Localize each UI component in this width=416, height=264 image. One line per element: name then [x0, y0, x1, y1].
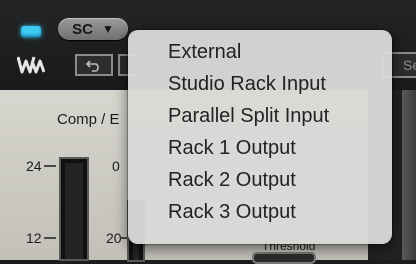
scale-label-bottom: 12 — [26, 230, 42, 246]
menu-item-rack-2-output[interactable]: Rack 2 Output — [128, 164, 392, 196]
level-meter-left — [59, 157, 89, 261]
menu-item-rack-1-output[interactable]: Rack 1 Output — [128, 132, 392, 164]
sidechain-source-button[interactable]: SC ▼ — [58, 18, 128, 40]
toolbar-field-text: Se — [403, 57, 416, 73]
undo-arrow-icon — [85, 60, 99, 72]
window-right-edge — [402, 90, 416, 260]
sidechain-led-indicator[interactable] — [21, 26, 41, 37]
sidechain-source-menu: External Studio Rack Input Parallel Spli… — [128, 30, 392, 244]
undo-button[interactable] — [75, 54, 113, 76]
scale-label-top: 24 — [26, 158, 42, 174]
scale-label-inner-top: 0 — [112, 158, 120, 174]
scale-tick — [44, 237, 56, 239]
menu-item-parallel-split-input[interactable]: Parallel Split Input — [128, 100, 392, 132]
menu-item-rack-3-output[interactable]: Rack 3 Output — [128, 196, 392, 228]
scale-tick — [44, 165, 56, 167]
menu-item-external[interactable]: External — [128, 36, 392, 68]
scale-label-inner-bottom: 20 — [106, 230, 122, 246]
comp-section-label: Comp / E — [57, 111, 120, 128]
waves-logo-icon — [17, 56, 45, 74]
dropdown-arrow-icon: ▼ — [101, 22, 114, 36]
sidechain-label: SC — [72, 20, 93, 38]
plugin-window: SC ▼ Se Comp / E 24 12 0 20 0 — [0, 0, 416, 264]
menu-item-studio-rack-input[interactable]: Studio Rack Input — [128, 68, 392, 100]
threshold-control[interactable] — [252, 252, 316, 264]
